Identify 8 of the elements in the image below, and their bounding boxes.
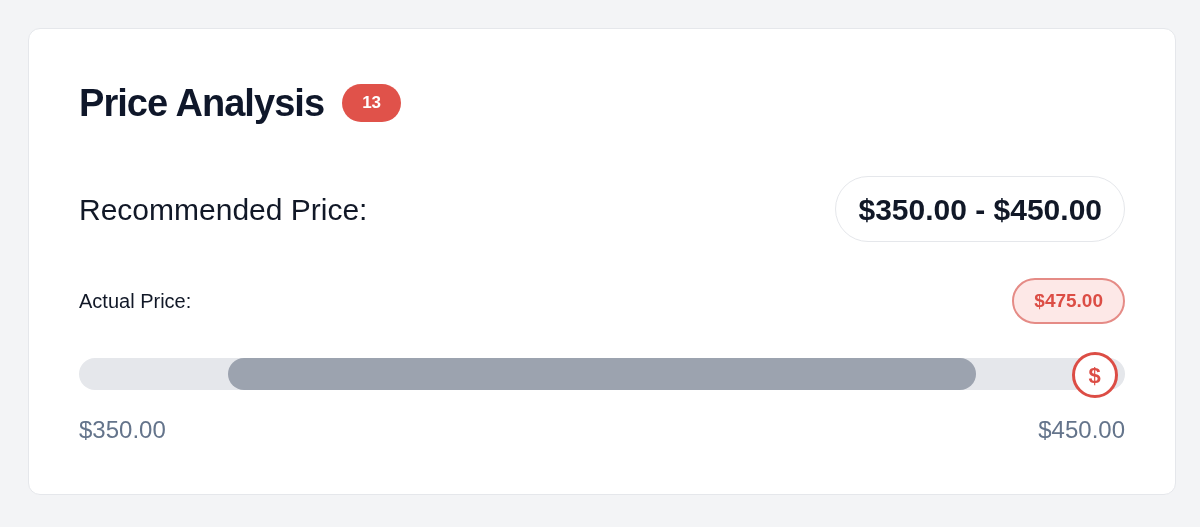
- actual-price-label: Actual Price:: [79, 289, 192, 314]
- actual-price-marker: $: [1071, 352, 1118, 398]
- range-min-label: $350.00: [79, 415, 166, 445]
- recommended-price-label: Recommended Price:: [79, 191, 368, 228]
- range-max-label: $450.00: [1038, 415, 1125, 445]
- count-badge: 13: [342, 84, 402, 122]
- card-title: Price Analysis: [79, 80, 325, 126]
- actual-price-value: $475.00: [1012, 278, 1125, 324]
